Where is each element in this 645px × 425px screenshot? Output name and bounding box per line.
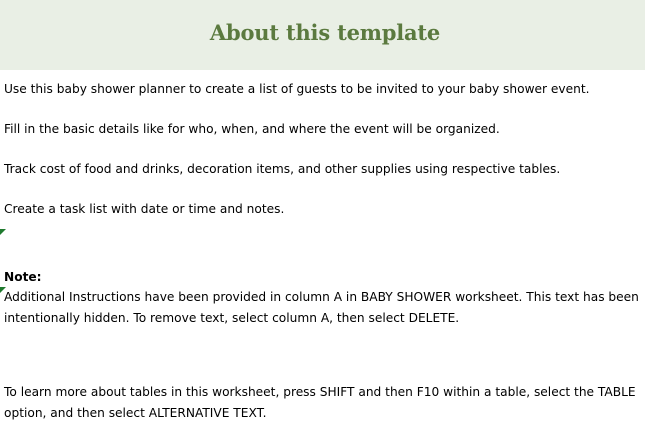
worksheet: About this template Use this baby shower… <box>0 0 645 425</box>
instruction-line-tasks[interactable]: Create a task list with date or time and… <box>4 199 284 220</box>
instruction-line-guests[interactable]: Use this baby shower planner to create a… <box>4 79 590 100</box>
page-title: About this template <box>209 20 441 45</box>
tables-info-line-1[interactable]: To learn more about tables in this works… <box>4 382 636 403</box>
comment-indicator-icon[interactable] <box>0 229 6 235</box>
instruction-line-costs[interactable]: Track cost of food and drinks, decoratio… <box>4 159 560 180</box>
instruction-line-details[interactable]: Fill in the basic details like for who, … <box>4 119 500 140</box>
note-text-line-2[interactable]: intentionally hidden. To remove text, se… <box>4 308 459 329</box>
note-label[interactable]: Note: <box>4 267 42 288</box>
tables-info-line-2[interactable]: option, and then select ALTERNATIVE TEXT… <box>4 403 266 424</box>
note-text-line-1[interactable]: Additional Instructions have been provid… <box>4 287 639 308</box>
